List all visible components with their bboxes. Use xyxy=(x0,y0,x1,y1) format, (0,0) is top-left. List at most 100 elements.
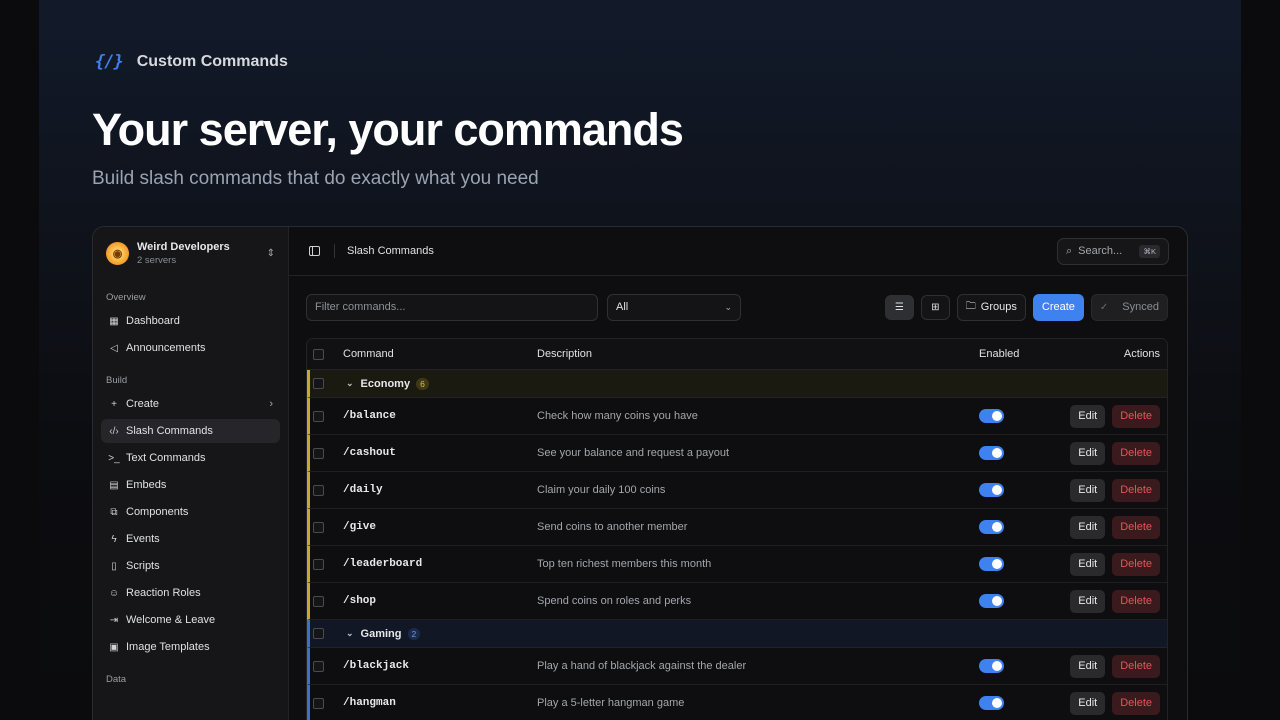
edit-button[interactable]: Edit xyxy=(1070,441,1106,465)
create-button[interactable]: Create xyxy=(1032,293,1084,321)
delete-button[interactable]: Delete xyxy=(1112,441,1160,465)
row-checkbox[interactable] xyxy=(313,660,324,672)
shortcut-hint: ⌘K xyxy=(1139,244,1160,258)
edit-button[interactable]: Edit xyxy=(1070,478,1106,502)
divider xyxy=(334,244,335,258)
select-value: All xyxy=(616,301,629,313)
sidebar-item-dashboard[interactable]: ▦ Dashboard xyxy=(101,309,280,333)
sidebar-item-image-templates[interactable]: ▣ Image Templates xyxy=(101,635,280,659)
sidebar-item-label: Scripts xyxy=(126,560,160,572)
command-name: /give xyxy=(343,521,377,533)
row-checkbox[interactable] xyxy=(313,484,324,496)
list-view-button[interactable]: ☰ xyxy=(884,294,914,320)
group-name: Gaming xyxy=(360,627,402,640)
command-name: /daily xyxy=(343,484,383,496)
group-select[interactable]: All ⌄ xyxy=(607,293,741,321)
code-brackets-icon: {/} xyxy=(95,52,124,72)
delete-button[interactable]: Delete xyxy=(1112,515,1160,539)
enabled-cell xyxy=(979,659,1057,673)
edit-button[interactable]: Edit xyxy=(1070,404,1106,428)
row-checkbox[interactable] xyxy=(313,558,324,570)
row-checkbox[interactable] xyxy=(313,521,324,533)
enabled-toggle[interactable] xyxy=(979,483,1004,497)
enabled-toggle[interactable] xyxy=(979,696,1004,710)
row-checkbox[interactable] xyxy=(313,595,324,607)
group-checkbox[interactable] xyxy=(313,628,324,639)
chevron-down-icon[interactable]: ⌄ xyxy=(346,628,354,639)
command-description: Play a hand of blackjack against the dea… xyxy=(537,660,747,672)
sidebar-item-components[interactable]: ⧉ Components xyxy=(101,500,280,524)
enabled-toggle[interactable] xyxy=(979,520,1004,534)
sidebar-item-scripts[interactable]: ▯ Scripts xyxy=(101,554,280,578)
search-button[interactable]: ⌕ Search... ⌘K xyxy=(1057,237,1169,265)
groups-button[interactable]: 🗀 Groups xyxy=(956,293,1026,321)
table-row: /hangman Play a 5-letter hangman game Edit… xyxy=(307,685,1167,720)
group-row[interactable]: ⌄ Economy 6 xyxy=(307,370,1167,398)
sidebar-item-slash-commands[interactable]: ‹/› Slash Commands xyxy=(101,419,280,443)
command-name: /leaderboard xyxy=(343,558,423,570)
sidebar-item-label: Embeds xyxy=(126,479,167,491)
command-description: Top ten richest members this month xyxy=(537,558,712,570)
row-checkbox[interactable] xyxy=(313,697,324,709)
sidebar-item-events[interactable]: ϟ Events xyxy=(101,527,280,551)
table-body: ⌄ Economy 6/balance Check how many coins yo… xyxy=(307,370,1167,720)
edit-button[interactable]: Edit xyxy=(1070,654,1106,678)
command-description: Claim your daily 100 coins xyxy=(537,484,666,496)
enabled-toggle[interactable] xyxy=(979,409,1004,423)
sidebar-nav: Overview ▦ Dashboard ◁ Announcements Build + Cr… xyxy=(101,289,280,689)
enabled-toggle[interactable] xyxy=(979,557,1004,571)
command-description: Send coins to another member xyxy=(537,521,688,533)
sidebar-item-create[interactable]: + Create › xyxy=(101,392,280,416)
chevron-down-icon[interactable]: ⌄ xyxy=(346,378,354,389)
delete-button[interactable]: Delete xyxy=(1112,691,1160,715)
sidebar-toggle-icon[interactable] xyxy=(309,246,320,256)
actions-cell: Edit Delete xyxy=(1057,404,1167,428)
edit-button[interactable]: Edit xyxy=(1070,552,1106,576)
enabled-toggle[interactable] xyxy=(979,594,1004,608)
group-checkbox[interactable] xyxy=(313,378,324,389)
delete-button[interactable]: Delete xyxy=(1112,654,1160,678)
grid-icon: ⊞ xyxy=(931,301,940,313)
delete-button[interactable]: Delete xyxy=(1112,404,1160,428)
group-row[interactable]: ⌄ Gaming 2 xyxy=(307,620,1167,648)
table-header: Command Description Enabled Actions xyxy=(307,339,1167,370)
row-checkbox[interactable] xyxy=(313,410,324,422)
synced-button[interactable]: ✓ Synced xyxy=(1090,293,1168,321)
edit-button[interactable]: Edit xyxy=(1070,691,1106,715)
actions-cell: Edit Delete xyxy=(1057,515,1167,539)
table-row: /blackjack Play a hand of blackjack again… xyxy=(307,648,1167,685)
sidebar-item-embeds[interactable]: ▤ Embeds xyxy=(101,473,280,497)
grid-view-button[interactable]: ⊞ xyxy=(920,294,950,320)
enabled-toggle[interactable] xyxy=(979,446,1004,460)
table-row: /leaderboard Top ten richest members this… xyxy=(307,546,1167,583)
grid-icon: ▦ xyxy=(109,315,119,327)
sidebar-item-text-commands[interactable]: >_ Text Commands xyxy=(101,446,280,470)
header-description: Description xyxy=(537,348,593,360)
sidebar-item-welcome-leave[interactable]: ⇥ Welcome & Leave xyxy=(101,608,280,632)
edit-button[interactable]: Edit xyxy=(1070,515,1106,539)
sidebar-item-reaction-roles[interactable]: ☺ Reaction Roles xyxy=(101,581,280,605)
delete-button[interactable]: Delete xyxy=(1112,478,1160,502)
checkbox-cell xyxy=(310,484,343,496)
header-enabled: Enabled xyxy=(979,348,1020,360)
actions-cell: Edit Delete xyxy=(1057,654,1167,678)
edit-button[interactable]: Edit xyxy=(1070,589,1106,613)
actions-cell: Edit Delete xyxy=(1057,478,1167,502)
sidebar-item-label: Reaction Roles xyxy=(126,587,201,599)
command-description: Spend coins on roles and perks xyxy=(537,595,692,607)
components-icon: ⧉ xyxy=(110,506,118,518)
code-icon: ‹/› xyxy=(109,425,119,437)
select-all-checkbox[interactable] xyxy=(313,348,324,360)
sidebar-item-label: Events xyxy=(126,533,160,545)
chevron-up-down-icon: ⇕ xyxy=(266,247,275,259)
delete-button[interactable]: Delete xyxy=(1112,552,1160,576)
workspace-switcher[interactable]: ◉ Weird Developers 2 servers ⇕ xyxy=(101,227,280,277)
sidebar-item-announcements[interactable]: ◁ Announcements xyxy=(101,336,280,360)
sidebar-item-label: Welcome & Leave xyxy=(126,614,216,626)
row-checkbox[interactable] xyxy=(313,447,324,459)
delete-button[interactable]: Delete xyxy=(1112,589,1160,613)
checkbox-cell xyxy=(310,558,343,570)
filter-input[interactable] xyxy=(306,293,598,321)
door-icon: ⇥ xyxy=(109,614,119,626)
enabled-toggle[interactable] xyxy=(979,659,1004,673)
